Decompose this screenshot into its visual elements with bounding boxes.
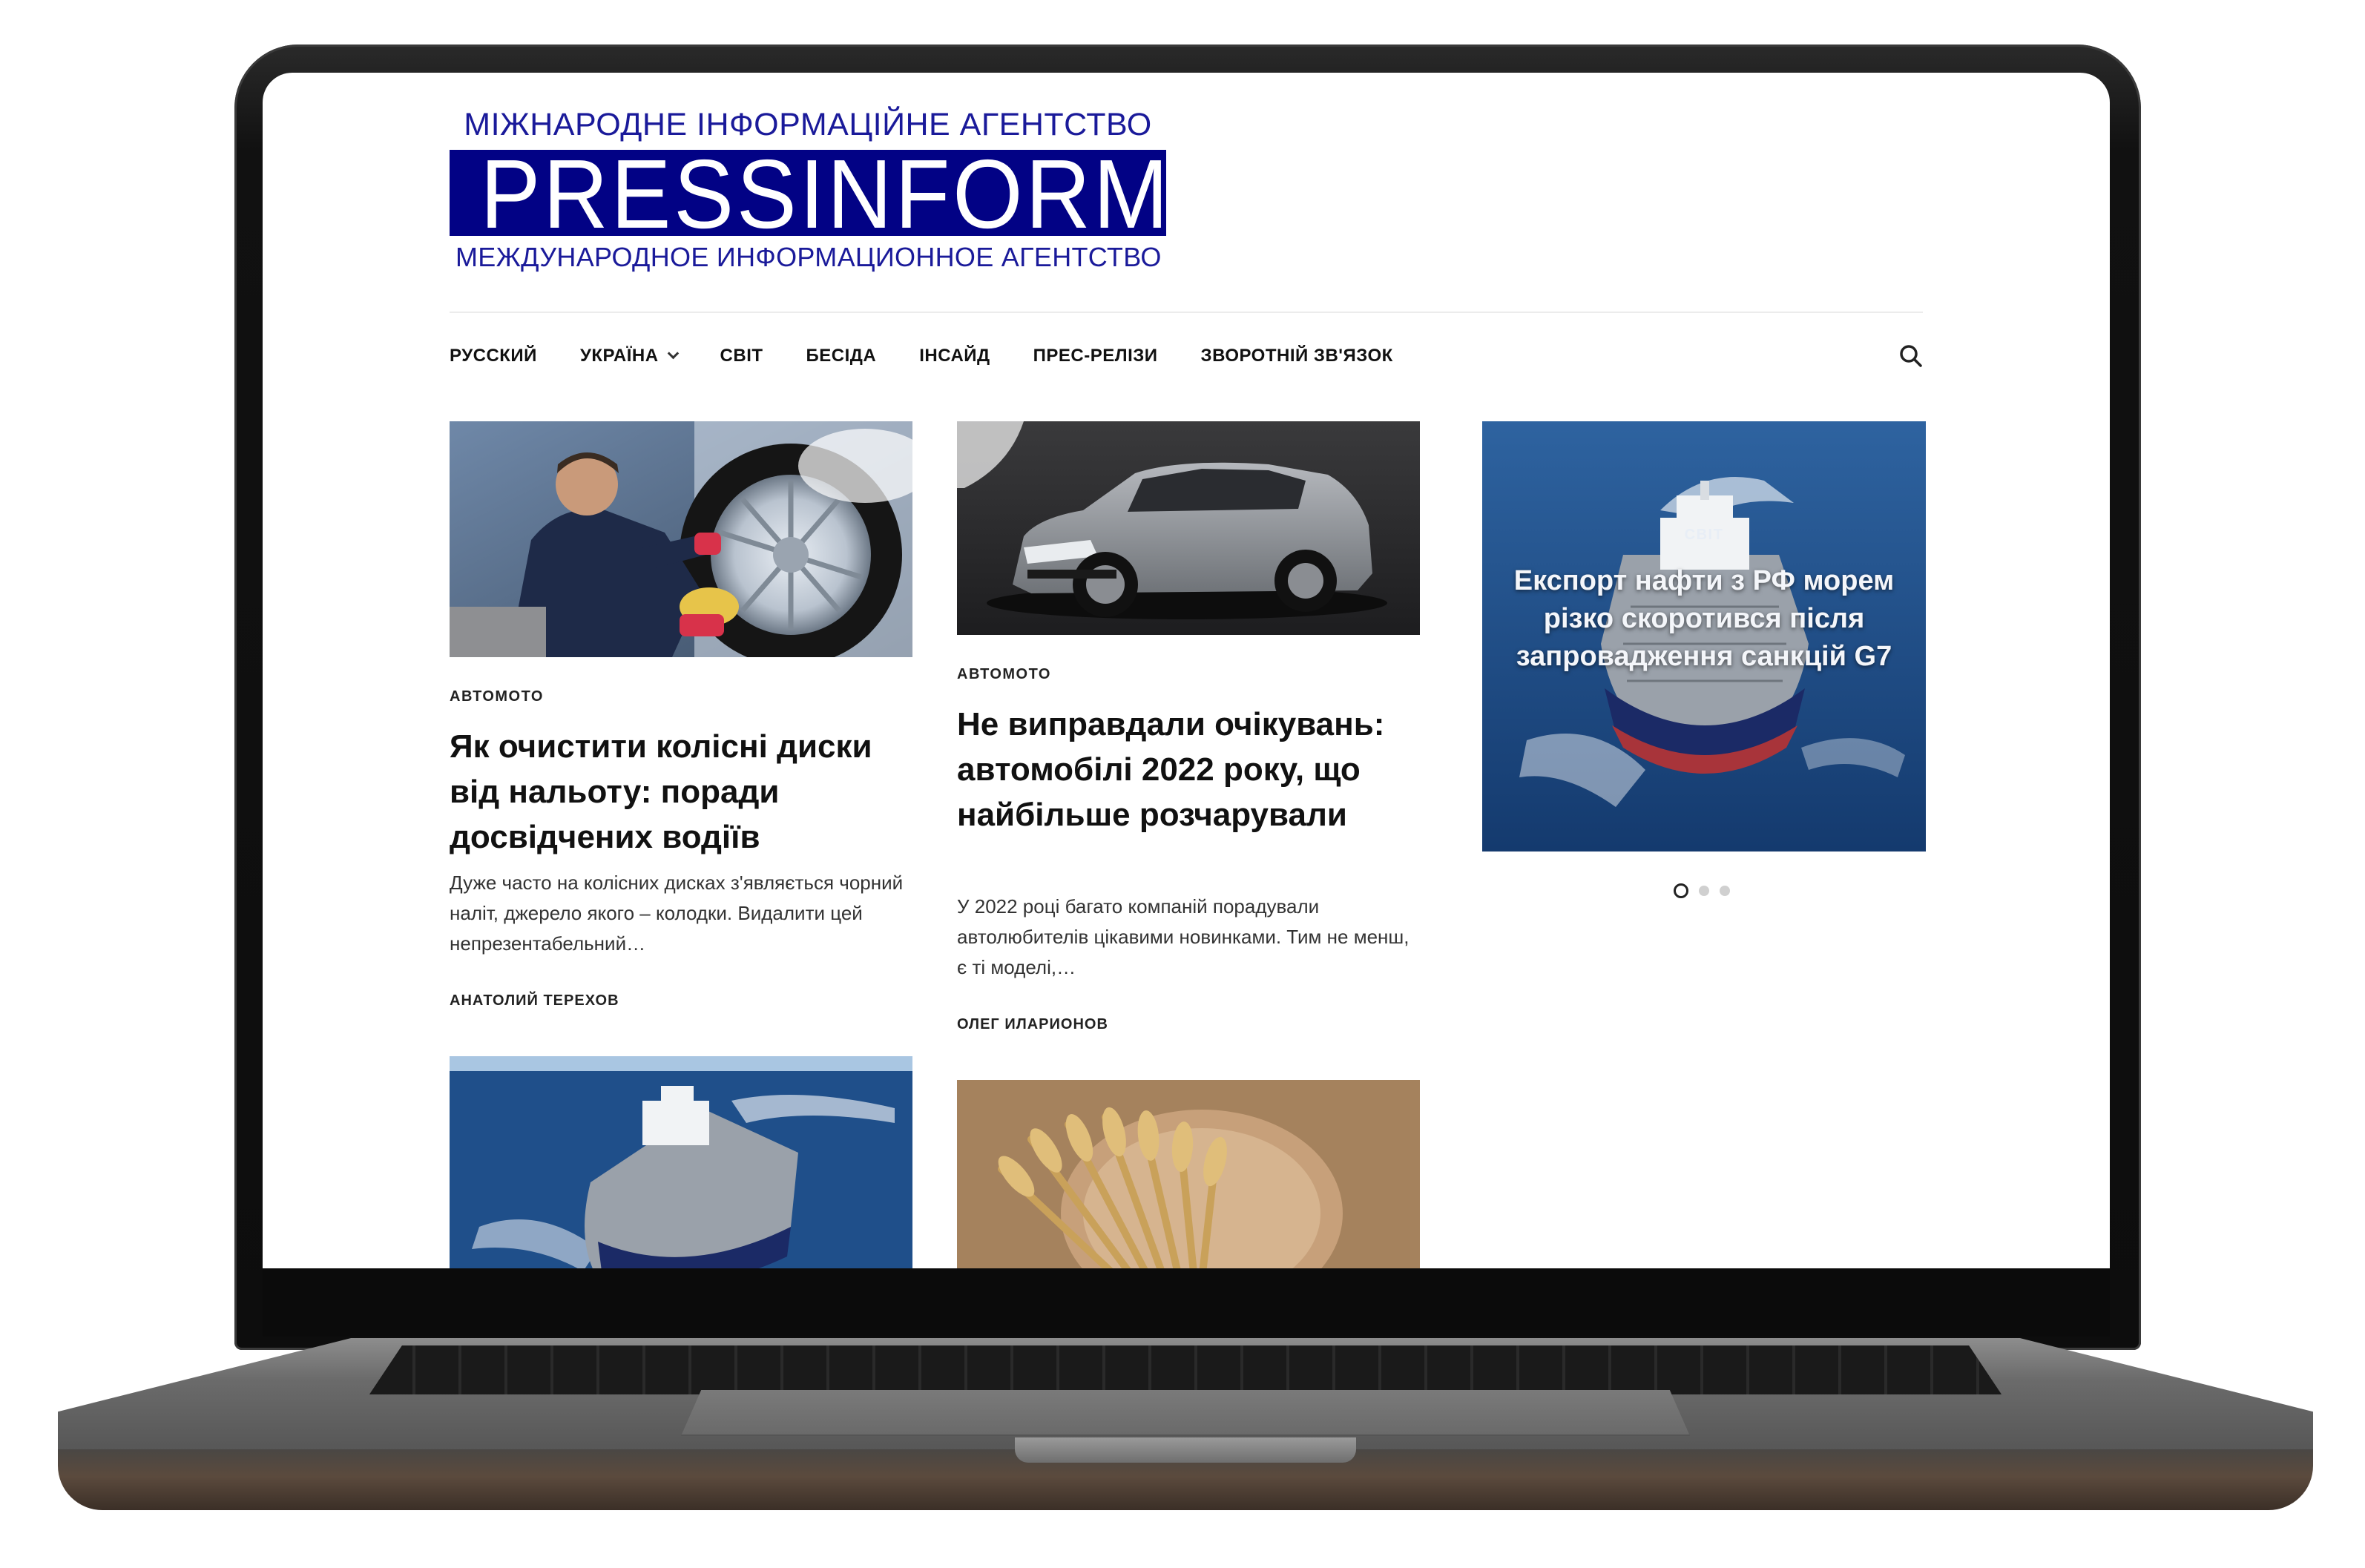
article-category[interactable]: АВТОМОТО bbox=[450, 688, 544, 705]
article-author[interactable]: АНАТОЛИЙ ТЕРЕХОВ bbox=[450, 992, 619, 1009]
logo-top-text: МІЖНАРОДНЕ ІНФОРМАЦІЙНЕ АГЕНТСТВО bbox=[464, 107, 1152, 142]
featured-slider[interactable]: СВІТ Експорт нафти з РФ морем різко скор… bbox=[1482, 421, 1926, 851]
article-image-wheel-cleaning[interactable] bbox=[450, 421, 912, 657]
site-logo[interactable]: МІЖНАРОДНЕ ІНФОРМАЦІЙНЕ АГЕНТСТВО PRESSI… bbox=[450, 107, 1171, 277]
logo-bottom-text: МЕЖДУНАРОДНОЕ ИНФОРМАЦИОННОЕ АГЕНТСТВО bbox=[455, 242, 1162, 272]
laptop-base bbox=[58, 1338, 2313, 1516]
slide-title[interactable]: Експорт нафти з РФ морем різко скоротивс… bbox=[1512, 562, 1896, 676]
slider-dot-2[interactable] bbox=[1699, 886, 1709, 896]
slider-dot-3[interactable] bbox=[1720, 886, 1730, 896]
nav-item-russian[interactable]: РУССКИЙ bbox=[450, 346, 537, 366]
nav-item-insider[interactable]: ІНСАЙД bbox=[919, 346, 990, 366]
article-excerpt: У 2022 році багато компаній порадували а… bbox=[957, 895, 1410, 978]
laptop-trackpad bbox=[681, 1390, 1690, 1436]
article-category[interactable]: АВТОМОТО bbox=[957, 666, 1051, 683]
nav-divider bbox=[450, 312, 1923, 313]
article-excerpt: Дуже часто на колісних дисках з'являєтьс… bbox=[450, 872, 904, 955]
nav-item-conversation[interactable]: БЕСІДА bbox=[806, 346, 877, 366]
laptop-bezel bbox=[263, 1268, 2110, 1337]
article-author[interactable]: ОЛЕГ ИЛАРИОНОВ bbox=[957, 1016, 1108, 1033]
laptop-keyboard bbox=[369, 1345, 2001, 1394]
logo-wordmark-box: PRESSINFORM bbox=[450, 139, 1171, 248]
article-image-wheat[interactable] bbox=[957, 1080, 1420, 1268]
slider-pagination bbox=[1674, 883, 1730, 898]
nav-item-press-releases[interactable]: ПРЕС-РЕЛІЗИ bbox=[1033, 346, 1158, 366]
website: МІЖНАРОДНЕ ІНФОРМАЦІЙНЕ АГЕНТСТВО PRESSI… bbox=[263, 73, 2110, 1268]
nav-item-ukraine-label: УКРАЇНА bbox=[579, 346, 659, 366]
laptop-screen: МІЖНАРОДНЕ ІНФОРМАЦІЙНЕ АГЕНТСТВО PRESSI… bbox=[263, 73, 2110, 1268]
slide-category[interactable]: СВІТ bbox=[1482, 527, 1926, 544]
chevron-down-icon bbox=[667, 347, 679, 360]
article-title[interactable]: Не виправдали очікувань: автомобілі 2022… bbox=[957, 702, 1432, 837]
article-image-tanker[interactable] bbox=[450, 1056, 912, 1268]
article-image-suv[interactable] bbox=[957, 421, 1420, 635]
nav-item-world[interactable]: СВІТ bbox=[720, 346, 763, 366]
search-icon[interactable] bbox=[1898, 343, 1924, 369]
nav-item-ukraine[interactable]: УКРАЇНА bbox=[579, 346, 679, 366]
laptop-notch bbox=[1015, 1437, 1356, 1463]
article-title[interactable]: Як очистити колісні диски від нальоту: п… bbox=[450, 724, 924, 860]
main-navigation: РУССКИЙ УКРАЇНА СВІТ БЕСІДА ІНСАЙД ПРЕС-… bbox=[450, 341, 1393, 371]
logo-wordmark: PRESSINFORM bbox=[480, 139, 1171, 248]
nav-item-feedback[interactable]: ЗВОРОТНІЙ ЗВ'ЯЗОК bbox=[1201, 346, 1393, 366]
slider-dot-1[interactable] bbox=[1674, 883, 1688, 898]
